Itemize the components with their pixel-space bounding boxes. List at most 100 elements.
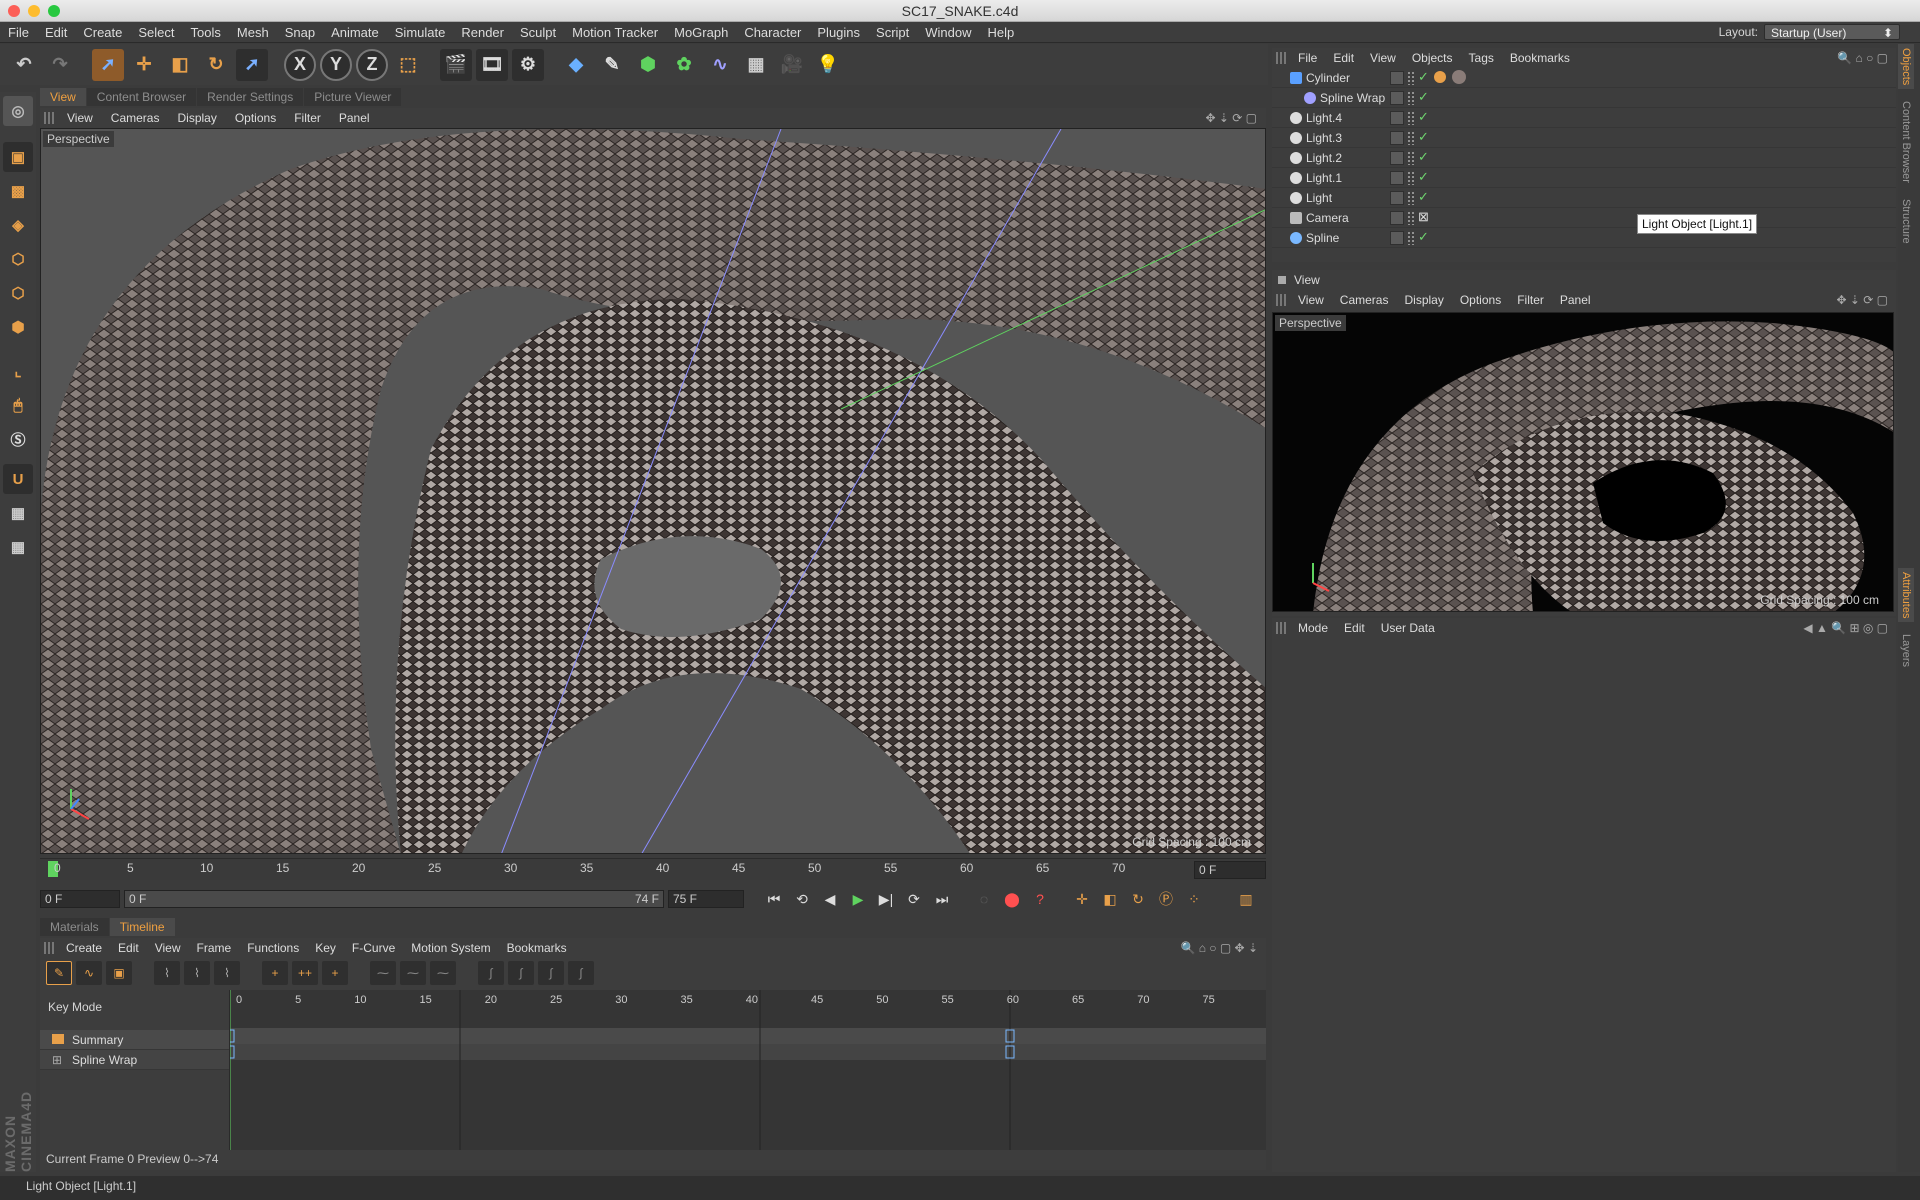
obj-menu-edit[interactable]: Edit [1325,51,1362,65]
record-active-objects-icon[interactable]: ⬤ [1000,887,1024,911]
polygons-mode-icon[interactable]: ⬢ [3,312,33,342]
subdivision-icon[interactable]: ⬢ [632,49,664,81]
layer-toggle[interactable] [1390,191,1404,205]
move-icon[interactable]: ✛ [128,49,160,81]
v2-menu-view[interactable]: View [1290,293,1332,307]
x-axis-icon[interactable]: X [284,48,316,81]
layout-dropdown[interactable]: Startup (User) ⬍ [1764,24,1900,40]
tl-menu-f-curve[interactable]: F-Curve [344,941,403,955]
layer-toggle[interactable] [1390,231,1404,245]
interp3-icon[interactable]: ⁓ [430,961,456,985]
enabled-check-icon[interactable]: ✓ [1418,69,1429,85]
v2-menu-panel[interactable]: Panel [1552,293,1599,307]
lock-workplane-icon[interactable]: ▦ [3,498,33,528]
deformer-icon[interactable]: ∿ [704,49,736,81]
tab-materials[interactable]: Materials [40,918,109,936]
phong-tag-icon[interactable] [1434,71,1446,83]
menu-sculpt[interactable]: Sculpt [512,25,564,40]
close-window-button[interactable] [8,5,20,17]
redo-icon[interactable]: ↷ [44,49,76,81]
menu-character[interactable]: Character [736,25,809,40]
record-rotation-icon[interactable]: ↻ [1126,887,1150,911]
menu-edit[interactable]: Edit [37,25,75,40]
edit-render-settings-icon[interactable]: ⚙ [512,48,544,81]
layer-toggle[interactable] [1390,131,1404,145]
visibility-dots[interactable] [1407,151,1415,165]
viewport-nav-icons[interactable]: ✥ ⇣ ⟳ ▢ [1196,111,1266,125]
visibility-dots[interactable] [1407,71,1415,85]
next-frame-icon[interactable]: ▶| [874,887,898,911]
record-point-level-icon[interactable]: ⁘ [1182,887,1206,911]
f-curve-mode-icon[interactable]: ∿ [76,961,102,985]
add-marker-icon[interactable]: + [322,961,348,985]
side-tab-attributes[interactable]: Attributes [1898,567,1914,623]
light-icon[interactable]: 💡 [812,49,844,81]
object-row-spline-wrap[interactable]: Spline Wrap ✓ [1272,88,1896,108]
layer-toggle[interactable] [1390,211,1404,225]
tangent4-icon[interactable]: ∫ [568,961,594,985]
motion-mode-icon[interactable]: ▣ [106,961,132,985]
model-mode-icon[interactable]: ▣ [3,142,33,172]
menu-window[interactable]: Window [917,25,979,40]
material-tag-icon[interactable] [1452,70,1466,84]
menu-plugins[interactable]: Plugins [809,25,868,40]
menu-simulate[interactable]: Simulate [387,25,454,40]
objects-nav-icons[interactable]: 🔍 ⌂ ○ ▢ [1829,51,1896,65]
attributes-nav-icons[interactable]: ◀ ▲ 🔍 ⊞ ◎ ▢ [1795,621,1896,635]
object-row-light-2[interactable]: Light.2 ✓ [1272,148,1896,168]
rotate-icon[interactable]: ↻ [200,49,232,81]
track-row[interactable]: ⊞ Spline Wrap [40,1050,229,1070]
object-row-cylinder[interactable]: Cylinder ✓ [1272,68,1896,88]
side-tab-structure[interactable]: Structure [1898,195,1914,248]
floor-icon[interactable]: ▦ [740,49,772,81]
autokeying-icon[interactable]: ? [1028,887,1052,911]
side-tab-objects[interactable]: Objects [1898,44,1914,90]
timeline-grid[interactable]: Key Mode Summary ⊞ Spline Wrap 0 5 10 15… [40,990,1266,1150]
obj-menu-objects[interactable]: Objects [1404,51,1461,65]
timeline-nav-icons[interactable]: 🔍 ⌂ ○ ▢ ✥ ⇣ [1172,941,1266,955]
pen-icon[interactable]: ✎ [596,49,628,81]
tab-render-settings[interactable]: Render Settings [197,88,304,106]
y-axis-icon[interactable]: Y [320,48,352,81]
camera-target-icon[interactable]: ⊠ [1418,209,1429,225]
visibility-dots[interactable] [1407,91,1415,105]
secondary-viewport[interactable]: Perspective Grid Spacing : 100 cm [1272,312,1894,612]
tab-content-browser[interactable]: Content Browser [86,88,197,106]
render-view-icon[interactable]: 🎬 [440,48,472,81]
tl-menu-view[interactable]: View [147,941,189,955]
frame-ruler[interactable]: 0 5 10 15 20 25 30 35 40 45 50 55 60 65 … [40,858,1266,880]
visibility-dots[interactable] [1407,211,1415,225]
vp-menu-cameras[interactable]: Cameras [102,111,169,125]
tl-menu-edit[interactable]: Edit [110,941,147,955]
fcurve-tool3-icon[interactable]: ⌇ [214,961,240,985]
attr-menu-edit[interactable]: Edit [1336,621,1373,635]
tab-timeline[interactable]: Timeline [109,918,175,936]
tl-menu-functions[interactable]: Functions [239,941,307,955]
record-parameter-icon[interactable]: Ⓟ [1154,887,1178,911]
menu-tools[interactable]: Tools [183,25,229,40]
v2-menu-display[interactable]: Display [1396,293,1451,307]
layer-toggle[interactable] [1390,91,1404,105]
edges-mode-icon[interactable]: ⬡ [3,278,33,308]
v2-menu-cameras[interactable]: Cameras [1332,293,1397,307]
obj-menu-view[interactable]: View [1362,51,1404,65]
enabled-check-icon[interactable]: ✓ [1418,109,1429,125]
tangent3-icon[interactable]: ∫ [538,961,564,985]
go-to-next-key-icon[interactable]: ⟳ [902,887,926,911]
enabled-check-icon[interactable]: ✓ [1418,149,1429,165]
layer-toggle[interactable] [1390,111,1404,125]
menu-file[interactable]: File [0,25,37,40]
preview-range-slider[interactable]: 0 F 74 F [124,890,664,908]
object-row-spline[interactable]: Spline ✓ [1272,228,1896,248]
visibility-dots[interactable] [1407,191,1415,205]
enabled-check-icon[interactable]: ✓ [1418,129,1429,145]
camera-icon[interactable]: 🎥 [776,49,808,81]
fcurve-tool2-icon[interactable]: ⌇ [184,961,210,985]
vp-menu-panel[interactable]: Panel [330,111,379,125]
menu-mograph[interactable]: MoGraph [666,25,736,40]
previous-frame-icon[interactable]: ◀ [818,887,842,911]
menu-help[interactable]: Help [980,25,1023,40]
menu-render[interactable]: Render [453,25,512,40]
fcurve-tool-icon[interactable]: ⌇ [154,961,180,985]
record-scale-icon[interactable]: ◧ [1098,887,1122,911]
